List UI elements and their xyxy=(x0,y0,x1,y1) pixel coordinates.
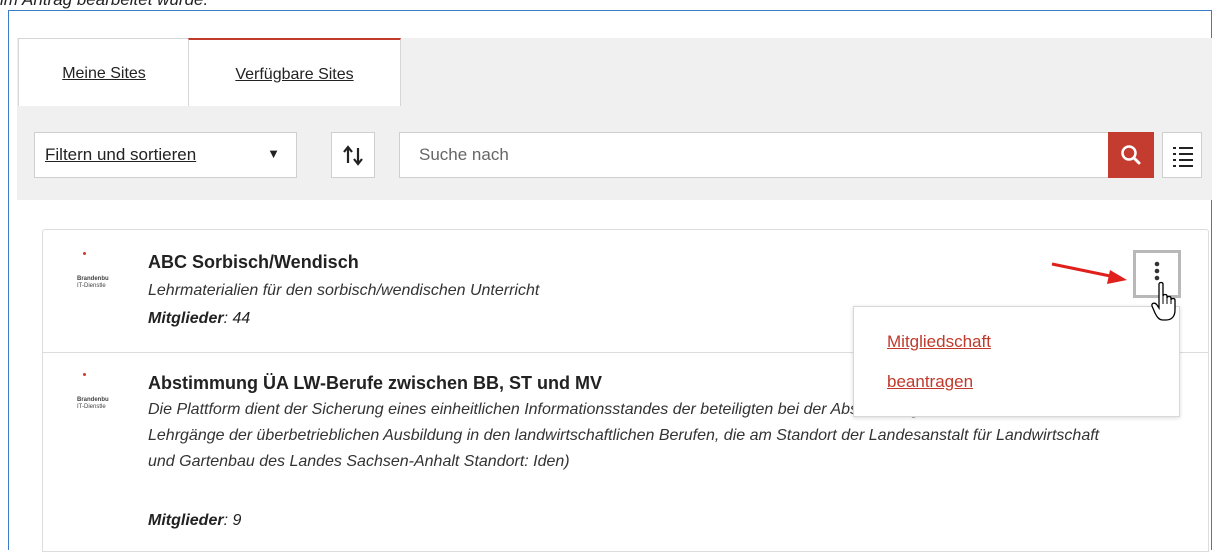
red-arrow-icon xyxy=(1051,262,1127,284)
annotation-overlay xyxy=(1051,262,1176,321)
hand-cursor-icon xyxy=(1151,281,1176,321)
